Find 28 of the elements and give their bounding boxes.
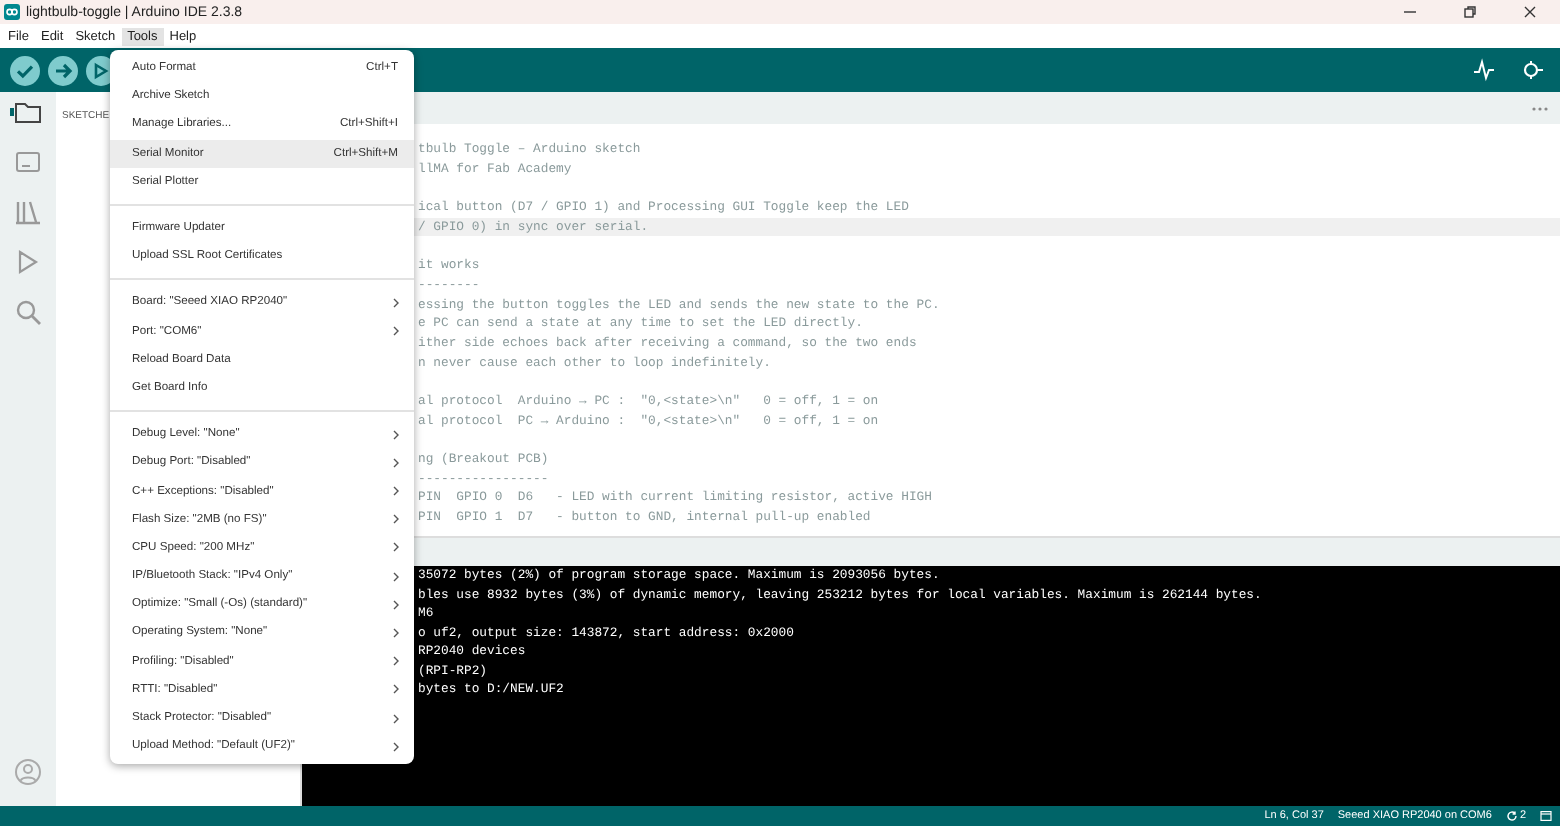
- chevron-icon: [392, 429, 400, 440]
- verify-button[interactable]: [10, 55, 40, 85]
- chevron-icon: [392, 542, 400, 553]
- chevron-icon: [392, 599, 400, 610]
- app-icon: [4, 4, 20, 20]
- chevron-icon: [392, 457, 400, 468]
- serial-plotter-button[interactable]: [1472, 58, 1496, 82]
- chevron-icon: [392, 571, 400, 582]
- library-icon[interactable]: [14, 198, 42, 226]
- debug-icon[interactable]: [14, 248, 42, 276]
- chevron-icon: [392, 486, 400, 497]
- serial-monitor-button[interactable]: [1520, 58, 1544, 82]
- chevron-icon: [392, 713, 400, 724]
- restore-icon[interactable]: [1462, 4, 1478, 20]
- upload-button[interactable]: [48, 55, 78, 85]
- panel-icon[interactable]: [1540, 810, 1552, 822]
- search-icon[interactable]: [14, 298, 42, 326]
- chevron-icon: [392, 627, 400, 638]
- folder-icon[interactable]: [14, 98, 42, 126]
- chevron-icon: [392, 684, 400, 695]
- close-icon[interactable]: [1522, 4, 1538, 20]
- more-icon[interactable]: [1532, 105, 1548, 111]
- chevron-icon: [392, 741, 400, 752]
- board-icon[interactable]: [14, 148, 42, 176]
- chevron-icon: [392, 514, 400, 525]
- chevron-icon: [392, 297, 400, 308]
- chevron-icon: [392, 326, 400, 337]
- chevron-icon: [392, 656, 400, 667]
